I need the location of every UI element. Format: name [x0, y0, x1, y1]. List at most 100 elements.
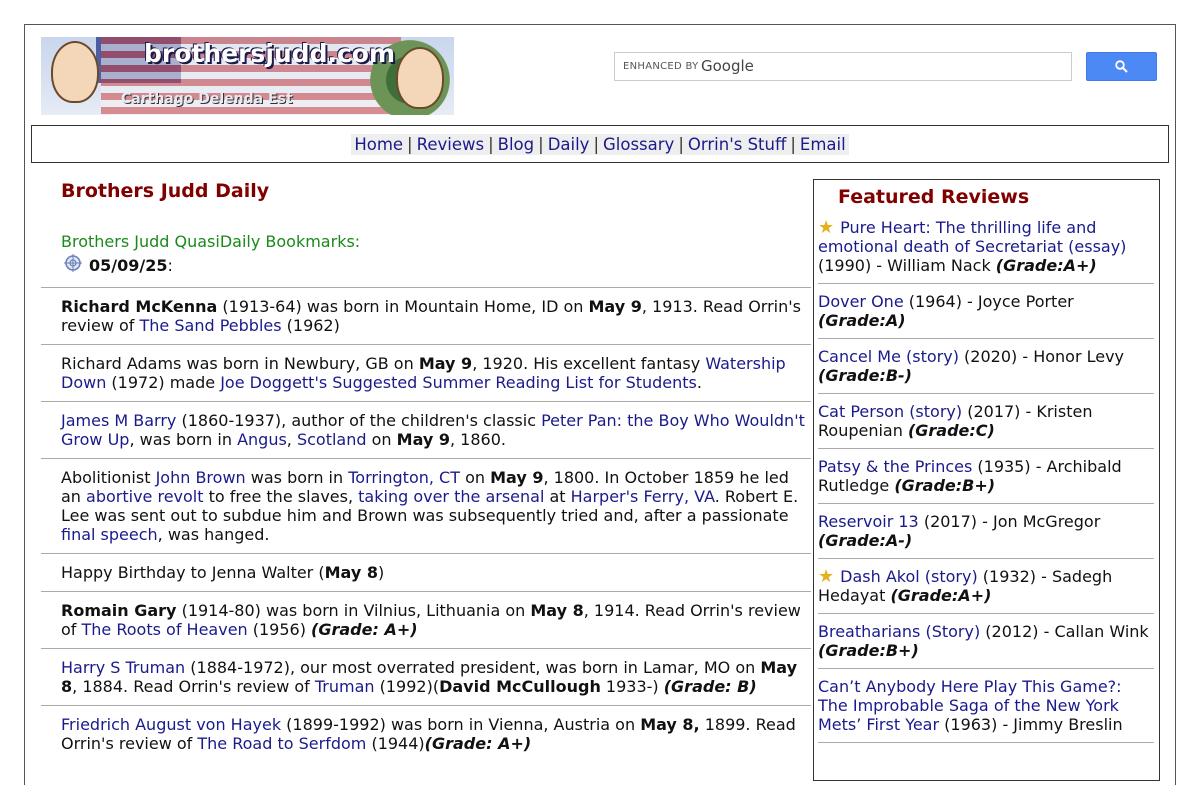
featured-reviews-title: Featured Reviews	[838, 186, 1030, 208]
featured-review-item: Reservoir 13 (2017) - Jon McGregor (Grad…	[818, 511, 1154, 559]
logo-motto: Carthago Delenda Est	[121, 91, 293, 107]
nav-separator: |	[538, 135, 544, 154]
featured-review-item: Dover One (1964) - Joyce Porter (Grade:A…	[818, 291, 1154, 339]
nav-link-reviews[interactable]: Reviews	[417, 135, 484, 154]
bookmark-entry: Richard McKenna (1913-64) was born in Mo…	[41, 287, 811, 344]
bookmark-entry-text: Romain Gary (1914-80) was born in Vilniu…	[61, 601, 801, 639]
nav-separator: |	[488, 135, 494, 154]
featured-review-link[interactable]: Breatharians (Story)	[818, 622, 980, 641]
bookmark-entry: Friedrich August von Hayek (1899-1992) w…	[41, 705, 811, 762]
nav-link-blog[interactable]: Blog	[498, 135, 534, 154]
nav-link-orrin-s-stuff[interactable]: Orrin's Stuff	[688, 135, 786, 154]
logo-caricature-left	[51, 41, 99, 103]
bookmark-link[interactable]: final speech	[61, 525, 158, 544]
nav-links: Home | Reviews | Blog | Daily | Glossary | Orrin's…	[351, 134, 849, 155]
google-wordmark: Google	[701, 57, 754, 75]
enhanced-by-label: ENHANCED BY	[623, 61, 699, 72]
logo-caricature-right	[396, 47, 444, 109]
featured-review-link[interactable]: Dover One	[818, 292, 904, 311]
nav-link-home[interactable]: Home	[354, 135, 403, 154]
bookmark-link[interactable]: Joe Doggett's Suggested Summer Reading L…	[220, 373, 697, 392]
featured-review-grade: (Grade:A+)	[995, 256, 1097, 275]
bookmark-link[interactable]: Truman	[315, 677, 375, 696]
crosshair-icon	[64, 254, 82, 272]
search-box[interactable]: ENHANCED BY Google	[614, 52, 1072, 81]
bookmark-entry-text: Richard McKenna (1913-64) was born in Mo…	[61, 297, 801, 335]
date-line: 05/09/25:	[63, 253, 173, 275]
featured-review-item: Patsy & the Princes (1935) - Archibald R…	[818, 456, 1154, 504]
featured-review-item: Cat Person (story) (2017) - Kristen Roup…	[818, 401, 1154, 449]
featured-review-item: ★ Dash Akol (story) (1932) - Sadegh Heday…	[818, 566, 1154, 614]
bookmark-entry: Richard Adams was born in Newbury, GB on…	[41, 344, 811, 401]
bookmark-entry-text: Richard Adams was born in Newbury, GB on…	[61, 354, 786, 392]
bookmark-link[interactable]: James M Barry	[61, 411, 176, 430]
bookmark-entry: Abolitionist John Brown was born in Torr…	[41, 458, 811, 553]
bookmark-link[interactable]: The Roots of Heaven	[82, 620, 248, 639]
bookmark-entry-text: Harry S Truman (1884-1972), our most ove…	[61, 658, 798, 696]
bookmark-entry: James M Barry (1860-1937), author of the…	[41, 401, 811, 458]
nav-link-daily[interactable]: Daily	[548, 135, 590, 154]
featured-review-item: Breatharians (Story) (2012) - Callan Win…	[818, 621, 1154, 669]
bookmark-link[interactable]: Friedrich August von Hayek	[61, 715, 281, 734]
bookmark-link[interactable]: Harry S Truman	[61, 658, 185, 677]
nav-separator: |	[407, 135, 413, 154]
featured-review-link[interactable]: Cat Person (story)	[818, 402, 962, 421]
featured-review-link[interactable]: Cancel Me (story)	[818, 347, 959, 366]
featured-reviews-list: ★ Pure Heart: The thrilling life and emot…	[818, 217, 1154, 750]
nav-separator: |	[593, 135, 599, 154]
featured-review-grade: (Grade:A-)	[818, 531, 913, 550]
bookmark-link[interactable]: Angus	[237, 430, 287, 449]
featured-review-grade: (Grade:B-)	[818, 366, 912, 385]
bookmark-link[interactable]: abortive revolt	[86, 487, 204, 506]
bookmark-link[interactable]: John Brown	[156, 468, 246, 487]
featured-review-meta: (2012) - Callan Wink	[980, 622, 1149, 641]
bookmark-date: 05/09/25	[89, 256, 168, 275]
search-input[interactable]	[775, 55, 1069, 79]
featured-review-grade: (Grade:A+)	[890, 586, 992, 605]
featured-review-meta: (1964) - Joyce Porter	[903, 292, 1074, 311]
featured-review-item: Can’t Anybody Here Play This Game?: The …	[818, 676, 1154, 743]
featured-reviews-panel: Featured Reviews ★ Pure Heart: The thrill…	[813, 179, 1160, 781]
search-icon	[1115, 60, 1128, 73]
featured-review-grade: (Grade:B+)	[894, 476, 996, 495]
site-logo[interactable]: brothersjudd.com Carthago Delenda Est	[41, 37, 454, 115]
bookmark-link[interactable]: Scotland	[297, 430, 367, 449]
bookmark-link[interactable]: The Sand Pebbles	[140, 316, 282, 335]
nav-link-email[interactable]: Email	[800, 135, 846, 154]
logo-title: brothersjudd.com	[144, 39, 396, 68]
featured-review-link[interactable]: Patsy & the Princes	[818, 457, 972, 476]
featured-review-meta: (1963) - Jimmy Breslin	[939, 715, 1123, 734]
date-colon: :	[167, 256, 173, 275]
bookmark-entry: Happy Birthday to Jenna Walter (May 8)	[41, 553, 811, 591]
featured-review-meta: (2020) - Honor Levy	[958, 347, 1125, 366]
featured-review-link[interactable]: Pure Heart: The thrilling life and emoti…	[818, 218, 1126, 256]
star-icon: ★	[818, 217, 835, 238]
featured-review-meta: (1990) - William Nack	[818, 256, 996, 275]
nav-link-glossary[interactable]: Glossary	[603, 135, 674, 154]
search-button[interactable]	[1086, 52, 1157, 81]
page-frame: brothersjudd.com Carthago Delenda Est EN…	[24, 24, 1176, 785]
main-nav: Home | Reviews | Blog | Daily | Glossary | Orrin's…	[31, 125, 1169, 163]
star-icon: ★	[818, 566, 835, 587]
featured-review-meta: (2017) - Jon McGregor	[918, 512, 1101, 531]
bookmark-entry: Harry S Truman (1884-1972), our most ove…	[41, 648, 811, 705]
bookmark-list: Richard McKenna (1913-64) was born in Mo…	[41, 287, 811, 762]
bookmark-link[interactable]: taking over the arsenal	[358, 487, 544, 506]
page-title: Brothers Judd Daily	[61, 180, 270, 202]
featured-review-grade: (Grade:C)	[907, 421, 995, 440]
featured-review-item: Cancel Me (story) (2020) - Honor Levy (G…	[818, 346, 1154, 394]
bookmarks-subtitle: Brothers Judd QuasiDaily Bookmarks:	[61, 232, 361, 251]
nav-separator: |	[790, 135, 796, 154]
bookmark-entry-text: James M Barry (1860-1937), author of the…	[61, 411, 805, 449]
featured-review-link[interactable]: Reservoir 13	[818, 512, 919, 531]
featured-review-link[interactable]: Dash Akol (story)	[840, 567, 978, 586]
featured-review-grade: (Grade:A)	[818, 311, 906, 330]
bookmark-link[interactable]: Torrington, CT	[348, 468, 460, 487]
bookmark-entry-text: Happy Birthday to Jenna Walter (May 8)	[61, 563, 385, 582]
bookmark-link[interactable]: The Road to Serfdom	[197, 734, 366, 753]
nav-separator: |	[678, 135, 684, 154]
bookmark-link[interactable]: Harper's Ferry, VA	[571, 487, 715, 506]
bookmark-entry-text: Abolitionist John Brown was born in Torr…	[61, 468, 799, 544]
featured-review-item: ★ Pure Heart: The thrilling life and emot…	[818, 217, 1154, 284]
bookmark-entry: Romain Gary (1914-80) was born in Vilniu…	[41, 591, 811, 648]
